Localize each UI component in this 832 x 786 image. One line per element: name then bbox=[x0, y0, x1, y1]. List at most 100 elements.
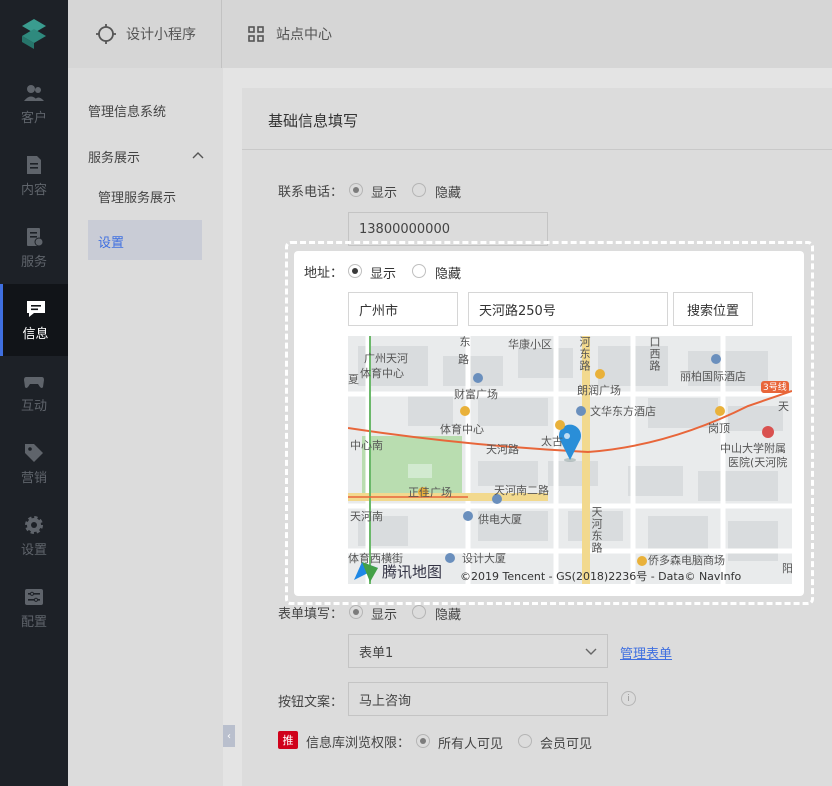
info-icon[interactable]: i bbox=[621, 691, 636, 706]
address-popup: 地址： 显示 隐藏 广州市 天河路250号 搜索位置 广州天河 体育中心 夏 东… bbox=[294, 251, 804, 596]
nav-item-interaction[interactable]: 互动 bbox=[0, 356, 68, 428]
nav-label: 配置 bbox=[20, 614, 47, 630]
map-label: 供电大厦 bbox=[478, 513, 522, 526]
address-label: 地址： bbox=[304, 266, 344, 281]
permission-member-radio[interactable] bbox=[518, 734, 532, 748]
main-nav: 客户 内容 服务 信息 互动 营销 设置 配置 bbox=[0, 0, 68, 786]
sidebar-item-manage-service[interactable]: 管理服务展示 bbox=[98, 187, 176, 206]
form-hide-label: 隐藏 bbox=[435, 608, 462, 623]
map-label: 天 bbox=[778, 400, 789, 413]
map-label: 朗润广场 bbox=[577, 384, 621, 397]
map-label: 口西路 bbox=[648, 336, 661, 372]
app-logo[interactable] bbox=[0, 0, 68, 68]
map-view[interactable]: 广州天河 体育中心 夏 东 路 华康小区 河东路 口西路 丽柏国际酒店 朗润广场… bbox=[348, 336, 792, 584]
map-label: 中心南 bbox=[350, 439, 383, 452]
grid-icon bbox=[248, 26, 264, 42]
map-label: 天河东路 bbox=[590, 506, 603, 554]
map-label: 体育中心 bbox=[360, 367, 404, 380]
map-label: 路 bbox=[458, 353, 469, 366]
chevron-up-icon[interactable] bbox=[192, 151, 204, 159]
address-hide-radio[interactable] bbox=[412, 264, 426, 278]
nav-item-marketing[interactable]: 营销 bbox=[0, 428, 68, 500]
address-hide-label: 隐藏 bbox=[435, 267, 462, 282]
map-label: 广州天河 bbox=[364, 352, 408, 365]
nav-item-customers[interactable]: 客户 bbox=[0, 68, 68, 140]
nav-label: 内容 bbox=[20, 182, 47, 198]
form-label: 表单填写： bbox=[278, 607, 344, 622]
map-label: 太古 bbox=[541, 435, 563, 448]
collapse-sidebar-button[interactable]: ‹ bbox=[223, 725, 235, 747]
nav-label: 营销 bbox=[20, 470, 47, 486]
phone-hide-label: 隐藏 bbox=[435, 186, 462, 201]
tab-label: 站点中心 bbox=[276, 27, 332, 43]
map-label: 夏 bbox=[348, 373, 359, 386]
map-label: 河东路 bbox=[578, 336, 591, 372]
nav-label: 信息 bbox=[22, 326, 49, 342]
divider bbox=[221, 0, 222, 68]
map-label: 天河路 bbox=[486, 443, 519, 456]
map-label: 体育中心 bbox=[440, 423, 484, 436]
map-label: 设计大厦 bbox=[462, 552, 506, 565]
map-brand: 腾讯地图 bbox=[382, 563, 443, 581]
map-label: 岗顶 bbox=[708, 422, 730, 435]
search-location-button[interactable]: 搜索位置 bbox=[673, 292, 753, 326]
tab-design-miniprogram[interactable]: 设计小程序 bbox=[96, 0, 196, 68]
permission-member-label: 会员可见 bbox=[540, 737, 593, 752]
map-label: 医院(天河院 bbox=[728, 456, 788, 469]
map-label: 天河南 bbox=[350, 510, 383, 523]
tab-site-center[interactable]: 站点中心 bbox=[248, 0, 332, 68]
permission-all-radio[interactable] bbox=[416, 734, 430, 748]
map-label: 华康小区 bbox=[508, 338, 552, 351]
form-show-radio[interactable] bbox=[349, 605, 363, 619]
form-select[interactable]: 表单1 bbox=[348, 634, 608, 668]
nav-item-message[interactable]: 信息 bbox=[0, 284, 68, 356]
address-show-label: 显示 bbox=[370, 267, 397, 282]
button-text-label: 按钮文案： bbox=[278, 695, 344, 710]
phone-label: 联系电话： bbox=[278, 185, 344, 200]
map-label: 文华东方酒店 bbox=[590, 405, 656, 418]
message-icon bbox=[26, 300, 45, 317]
logo-icon bbox=[22, 19, 46, 49]
recommend-badge: 推 bbox=[278, 731, 298, 749]
sidebar-group-service[interactable]: 服务展示 bbox=[88, 147, 140, 166]
map-label: 财富广场 bbox=[454, 388, 498, 401]
form-show-label: 显示 bbox=[371, 608, 398, 623]
street-input[interactable]: 天河路250号 bbox=[468, 292, 668, 326]
sidebar-item-settings: 设置 bbox=[98, 236, 125, 251]
map-label: 阳 bbox=[782, 562, 792, 575]
map-label: 正佳广场 bbox=[408, 486, 452, 499]
metro-line-badge: 3号线 bbox=[763, 383, 787, 393]
map-label: 天河南二路 bbox=[494, 484, 549, 497]
nav-label: 服务 bbox=[20, 254, 47, 270]
page-title: 基础信息填写 bbox=[268, 112, 359, 130]
form-select-value: 表单1 bbox=[359, 645, 394, 661]
nav-item-settings[interactable]: 设置 bbox=[0, 500, 68, 572]
nav-item-content[interactable]: 内容 bbox=[0, 140, 68, 212]
secondary-sidebar: 管理信息系统 服务展示 管理服务展示 设置 bbox=[68, 68, 223, 786]
nav-item-config[interactable]: 配置 bbox=[0, 572, 68, 644]
nav-item-service[interactable]: 服务 bbox=[0, 212, 68, 284]
address-show-radio[interactable] bbox=[348, 264, 362, 278]
gear-icon bbox=[25, 515, 43, 534]
city-input[interactable]: 广州市 bbox=[348, 292, 458, 326]
chevron-down-icon bbox=[585, 648, 597, 655]
button-text-input[interactable]: 马上咨询 bbox=[348, 682, 608, 716]
config-icon bbox=[25, 588, 43, 605]
phone-hide-radio[interactable] bbox=[412, 183, 426, 197]
service-icon bbox=[27, 227, 44, 246]
nav-label: 客户 bbox=[20, 110, 47, 126]
form-hide-radio[interactable] bbox=[412, 605, 426, 619]
gamepad-icon bbox=[24, 376, 44, 388]
panel-header: 基础信息填写 bbox=[242, 88, 832, 150]
tag-icon bbox=[25, 443, 43, 462]
permission-label: 信息库浏览权限： bbox=[306, 736, 411, 751]
map-label: 侨多森电脑商场 bbox=[648, 554, 725, 567]
top-bar: 设计小程序 站点中心 bbox=[68, 0, 832, 68]
miniprogram-icon bbox=[96, 24, 116, 44]
phone-show-radio[interactable] bbox=[349, 183, 363, 197]
map-copyright: ©2019 Tencent - GS(2018)2236号 - Data© Na… bbox=[460, 570, 742, 583]
nav-label: 互动 bbox=[20, 398, 47, 414]
map-label: 丽柏国际酒店 bbox=[680, 370, 746, 383]
sidebar-item-system[interactable]: 管理信息系统 bbox=[88, 101, 166, 120]
manage-form-link[interactable]: 管理表单 bbox=[620, 643, 672, 662]
